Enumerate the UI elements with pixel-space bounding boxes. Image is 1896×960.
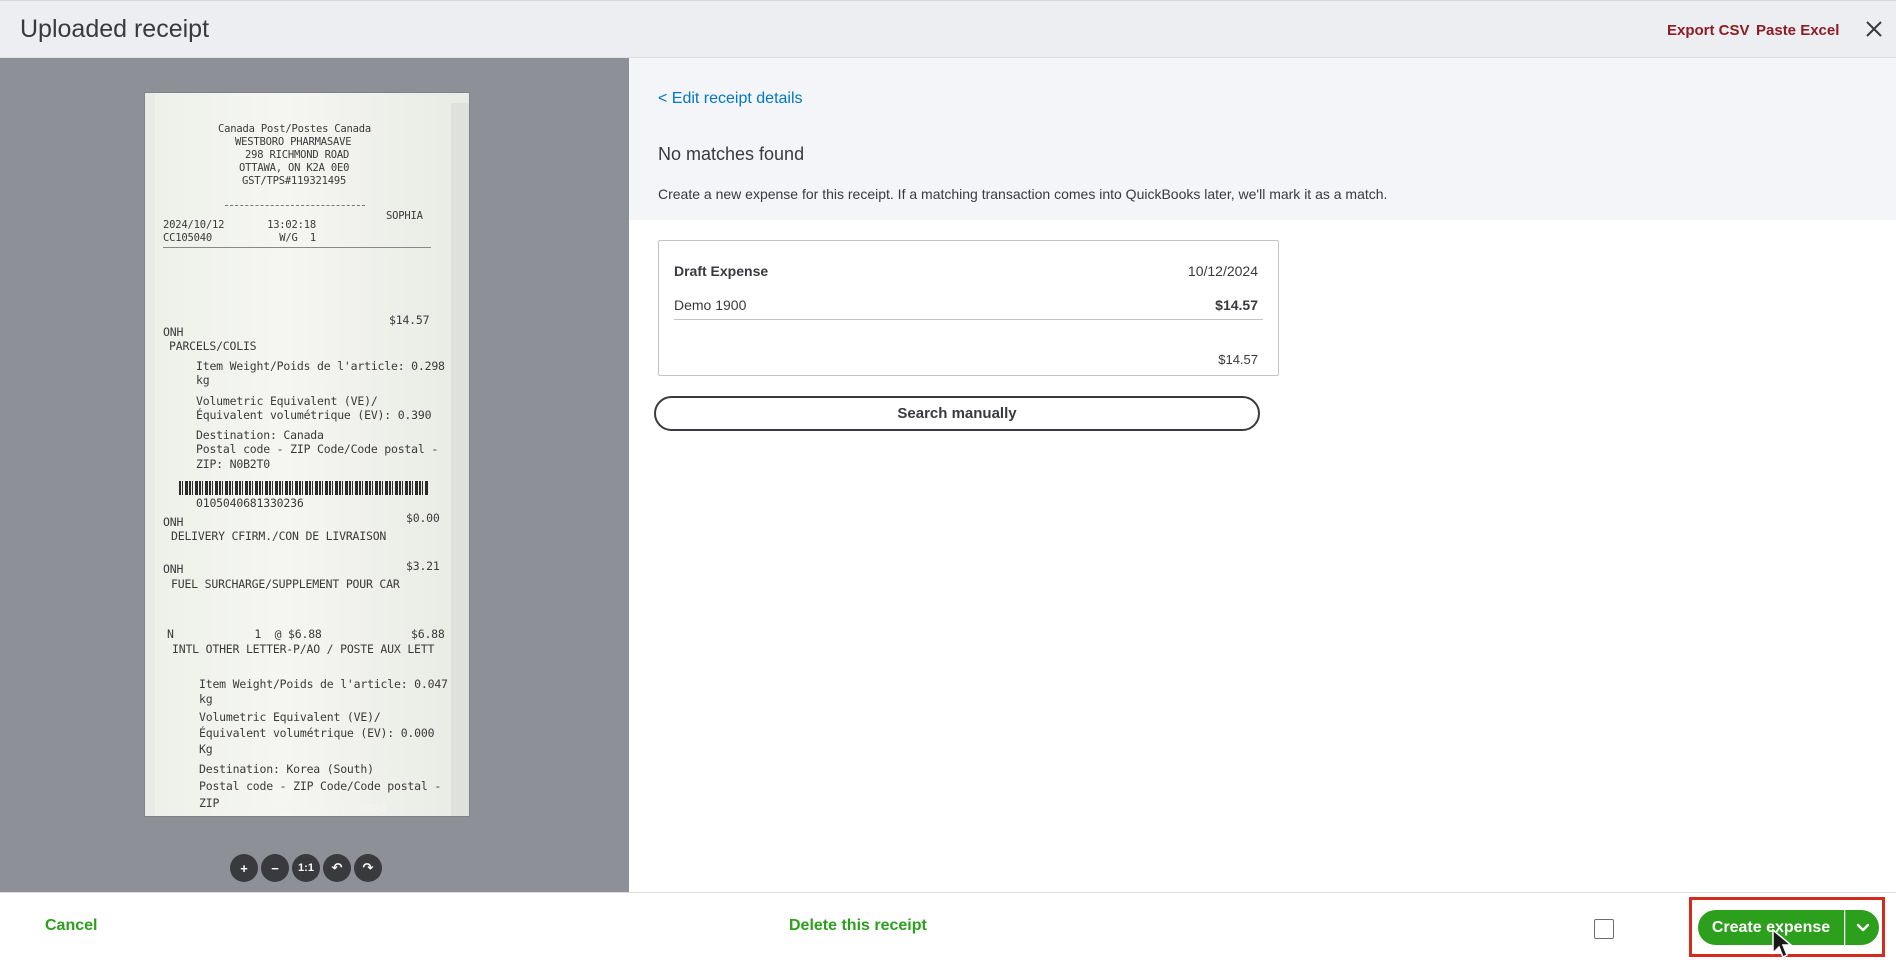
no-matches-description: Create a new expense for this receipt. I… bbox=[658, 186, 1388, 202]
receipt-line: INTL OTHER LETTER-P/AO / POSTE AUX LETT bbox=[172, 642, 435, 656]
receipt-line: Kg bbox=[199, 742, 213, 756]
receipt-line: ZIP bbox=[199, 796, 220, 810]
receipt-line: Destination: Canada bbox=[196, 428, 324, 442]
create-expense-button[interactable]: Create expense bbox=[1698, 910, 1844, 945]
page: Uploaded receipt Export CSV Paste Excel … bbox=[0, 0, 1896, 960]
draft-expense-card[interactable]: Draft Expense 10/12/2024 Demo 1900 $14.5… bbox=[658, 240, 1279, 376]
receipt-line: $6.88 bbox=[411, 627, 445, 641]
receipt-line: PARCELS/COLIS bbox=[169, 339, 257, 353]
receipt-viewer: Canada Post/Postes Canada WESTBORO PHARM… bbox=[0, 58, 629, 892]
draft-expense-vendor: Demo 1900 bbox=[674, 297, 747, 313]
export-csv-link[interactable]: Export CSV bbox=[1667, 22, 1750, 39]
receipt-line: ONH bbox=[163, 515, 184, 529]
delete-receipt-button[interactable]: Delete this receipt bbox=[789, 917, 927, 935]
close-icon[interactable] bbox=[1862, 17, 1886, 41]
actual-size-button[interactable]: 1:1 bbox=[292, 854, 320, 882]
receipt-line: WESTBORO PHARMASAVE bbox=[235, 136, 352, 148]
receipt-line: Item Weight/Poids de l'article: 0.047 bbox=[199, 677, 448, 691]
receipt-image[interactable]: Canada Post/Postes Canada WESTBORO PHARM… bbox=[145, 93, 469, 816]
receipt-line: 298 RICHMOND ROAD bbox=[245, 149, 350, 161]
receipt-line: Équivalent volumétrique (EV): 0.390 bbox=[196, 408, 432, 422]
receipt-line: Volumetric Equivalent (VE)/ bbox=[196, 394, 378, 408]
page-title: Uploaded receipt bbox=[20, 15, 210, 43]
footer-bar: Cancel Delete this receipt Create expens… bbox=[0, 892, 1896, 960]
receipt-line: SOPHIA bbox=[386, 210, 423, 222]
receipt-line: 0105040681330236 bbox=[196, 496, 304, 510]
chevron-down-icon[interactable] bbox=[1845, 910, 1879, 945]
paste-excel-link[interactable]: Paste Excel bbox=[1756, 22, 1839, 39]
receipt-line: CC105040 W/G 1 bbox=[163, 232, 317, 244]
draft-expense-date: 10/12/2024 bbox=[1187, 263, 1258, 279]
receipt-line: Item Weight/Poids de l'article: 0.298 bbox=[196, 359, 445, 373]
receipt-line: $0.00 bbox=[406, 511, 440, 525]
receipt-line: $14.57 bbox=[389, 313, 430, 327]
receipt-line: OTTAWA, ON K2A 0E0 bbox=[239, 162, 350, 174]
receipt-line: Volumetric Equivalent (VE)/ bbox=[199, 710, 381, 724]
receipt-line: DELIVERY CFIRM./CON DE LIVRAISON bbox=[171, 529, 387, 543]
receipt-line: ONH bbox=[163, 562, 184, 576]
receipt-line: Équivalent volumétrique (EV): 0.000 bbox=[199, 726, 435, 740]
receipt-line: N 1 @ $6.88 bbox=[167, 627, 322, 641]
zoom-out-button[interactable]: − bbox=[261, 854, 289, 882]
cancel-button[interactable]: Cancel bbox=[45, 917, 97, 935]
edit-receipt-details-link[interactable]: < Edit receipt details bbox=[658, 90, 803, 108]
header-bar: Uploaded receipt Export CSV Paste Excel bbox=[0, 0, 1896, 58]
receipt-added-timestamp: Added 11:49 AM 10/22/2024 bbox=[223, 801, 387, 816]
rotate-right-button[interactable]: ↷ bbox=[354, 854, 382, 882]
receipt-line: GST/TPS#119321495 bbox=[242, 175, 347, 187]
draft-expense-title: Draft Expense bbox=[674, 263, 769, 279]
rotate-left-button[interactable]: ↶ bbox=[323, 854, 351, 882]
mouse-pointer-icon bbox=[1772, 928, 1794, 960]
search-manually-button[interactable]: Search manually bbox=[654, 396, 1260, 431]
receipt-line: FUEL SURCHARGE/SUPPLEMENT POUR CAR bbox=[171, 577, 400, 591]
receipt-line: 2024/10/12 13:02:18 bbox=[163, 219, 317, 231]
receipt-line: kg bbox=[199, 692, 213, 706]
draft-expense-amount: $14.57 bbox=[1215, 297, 1258, 313]
receipt-line: $3.21 bbox=[406, 559, 440, 573]
receipt-line: Postal code - ZIP Code/Code postal - bbox=[196, 442, 439, 456]
footer-checkbox[interactable] bbox=[1594, 919, 1614, 939]
receipt-line: Postal code - ZIP Code/Code postal - bbox=[199, 779, 442, 793]
zoom-in-button[interactable]: + bbox=[230, 854, 258, 882]
receipt-line: ONH bbox=[163, 325, 184, 339]
receipt-barcode bbox=[179, 481, 429, 495]
draft-expense-total: $14.57 bbox=[1218, 352, 1258, 367]
zoom-toolbar: + − 1:1 ↶ ↷ bbox=[230, 854, 382, 882]
divider bbox=[674, 319, 1263, 320]
receipt-line: ZIP: N0B2T0 bbox=[196, 457, 270, 471]
receipt-line: Destination: Korea (South) bbox=[199, 762, 374, 776]
receipt-line: Canada Post/Postes Canada bbox=[218, 123, 372, 135]
receipt-line: kg bbox=[196, 373, 210, 387]
no-matches-heading: No matches found bbox=[658, 144, 805, 164]
